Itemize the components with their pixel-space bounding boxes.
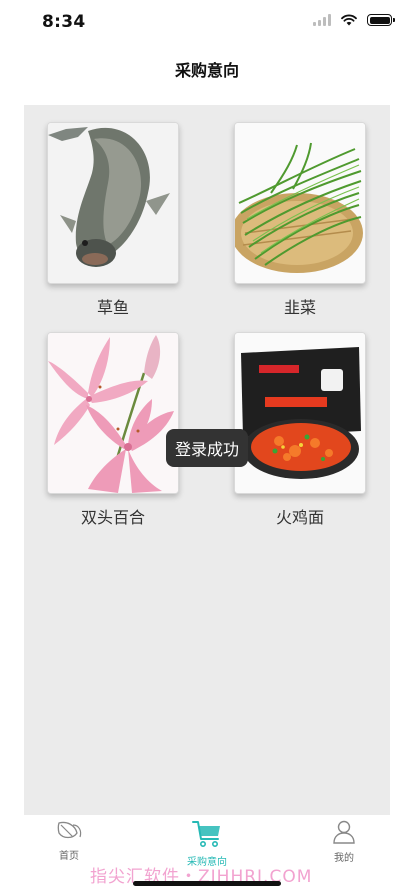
product-name: 双头百合 (80, 508, 145, 527)
lily-image (47, 332, 179, 494)
leaf-icon (57, 821, 82, 839)
product-card-lily[interactable]: 双头百合 (47, 332, 179, 528)
status-icons (313, 14, 395, 26)
status-bar: 8:34 (0, 0, 414, 46)
product-name: 韭菜 (283, 298, 316, 317)
cart-icon (192, 821, 220, 847)
product-card-chives[interactable]: 韭菜 (234, 122, 366, 318)
tab-purchase-intent[interactable]: 采购意向 (167, 819, 247, 868)
turkey-noodles-image (234, 332, 366, 494)
person-icon (333, 820, 355, 844)
tab-label: 首页 (59, 851, 79, 862)
page-title: 采购意向 (174, 61, 239, 80)
signal-icon (313, 14, 331, 26)
tab-label: 我的 (334, 853, 354, 864)
product-card-turkey-noodles[interactable]: 火鸡面 (234, 332, 366, 528)
tab-home[interactable]: 首页 (29, 819, 109, 862)
toast-message: 登录成功 (166, 429, 248, 467)
status-time: 8:34 (42, 12, 86, 32)
product-card-grass-carp[interactable]: 草鱼 (47, 122, 179, 318)
grass-carp-image (47, 122, 179, 284)
chives-image (234, 122, 366, 284)
battery-icon (367, 14, 395, 26)
home-indicator[interactable] (133, 881, 281, 886)
product-name: 草鱼 (96, 298, 129, 317)
tab-mine[interactable]: 我的 (304, 819, 384, 864)
wifi-icon (341, 14, 357, 26)
product-name: 火鸡面 (275, 508, 324, 527)
